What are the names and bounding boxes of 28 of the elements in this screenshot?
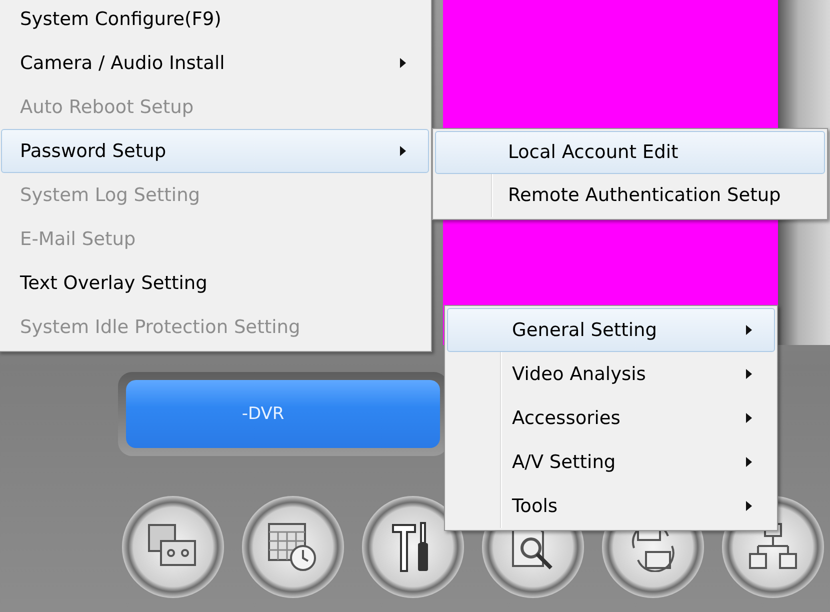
menu-item[interactable]: Local Account Edit [435, 131, 825, 174]
menu-item-label: Tools [512, 496, 558, 516]
menu-item[interactable]: Video Analysis [447, 352, 775, 396]
menu-item-label: Camera / Audio Install [20, 52, 225, 74]
menu-item-label: E-Mail Setup [20, 228, 136, 250]
menu-item[interactable]: A/V Setting [447, 440, 775, 484]
menu-item[interactable]: Accessories [447, 396, 775, 440]
menu-item[interactable]: Password Setup [1, 129, 429, 173]
menu-item-label: System Configure(F9) [20, 8, 222, 30]
menu-item[interactable]: Tools [447, 484, 775, 528]
menu-item-label: Accessories [512, 408, 620, 428]
menu-item-label: Local Account Edit [508, 142, 678, 163]
menu-item[interactable]: System Configure(F9) [1, 0, 429, 41]
menu-item-label: Auto Reboot Setup [20, 96, 194, 118]
menu-item-label: Text Overlay Setting [20, 272, 208, 294]
menu-item-label: System Idle Protection Setting [20, 316, 300, 338]
calendar-clock-icon [267, 522, 319, 572]
menu-item-label: Remote Authentication Setup [508, 185, 781, 206]
menu-item[interactable]: Remote Authentication Setup [435, 174, 825, 217]
menu-item[interactable]: General Setting [447, 308, 775, 352]
menu-item[interactable]: Text Overlay Setting [1, 261, 429, 305]
menu-item-label: Video Analysis [512, 364, 646, 384]
menu-item-label: Password Setup [20, 140, 166, 162]
menu-item-label: A/V Setting [512, 452, 616, 472]
menu-item[interactable]: Camera / Audio Install [1, 41, 429, 85]
menu-item-label: System Log Setting [20, 184, 200, 206]
menu-item-label: General Setting [512, 320, 658, 340]
status-display: -DVR [126, 380, 440, 448]
